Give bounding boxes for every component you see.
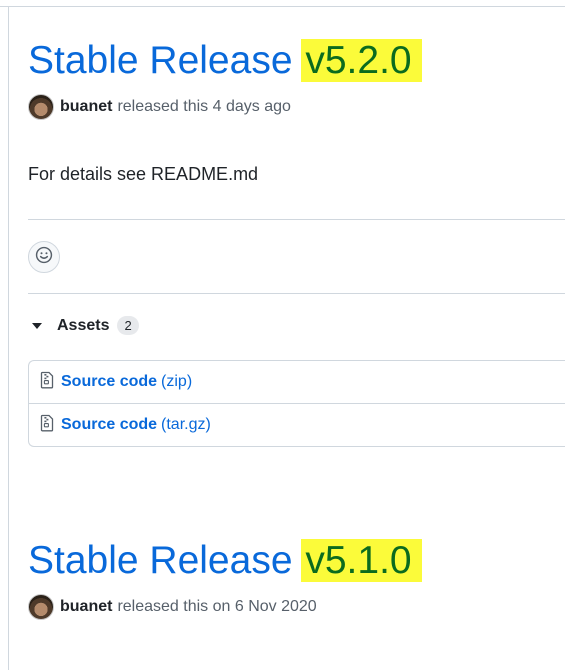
author-link[interactable]: buanet xyxy=(60,598,112,616)
release-title[interactable]: Stable Release v5.1.0 xyxy=(28,538,565,585)
smiley-icon xyxy=(35,246,53,269)
asset-link-targz[interactable]: Source code xyxy=(61,416,157,434)
release-date-text: released this 4 days ago xyxy=(117,97,291,115)
assets-label: Assets xyxy=(57,316,110,334)
release-date-text: released this on 6 Nov 2020 xyxy=(117,597,317,615)
release-meta: buanet released this 4 days ago xyxy=(28,93,565,121)
add-reaction-button[interactable] xyxy=(28,241,60,273)
triangle-down-icon xyxy=(32,322,42,329)
left-timeline-rule xyxy=(8,6,9,670)
file-zip-icon xyxy=(39,371,61,394)
file-zip-icon xyxy=(39,414,61,437)
release-title-text[interactable]: Stable Release xyxy=(28,539,293,582)
release-page: Stable Release v5.2.0 buanet released th… xyxy=(0,0,565,670)
asset-row[interactable]: Source code (zip) xyxy=(29,361,565,403)
release-title[interactable]: Stable Release v5.2.0 xyxy=(28,38,565,85)
release-meta: buanet released this on 6 Nov 2020 xyxy=(28,593,565,621)
asset-ext-targz[interactable]: (tar.gz) xyxy=(161,416,211,434)
divider xyxy=(28,219,565,220)
release-version-highlight[interactable]: v5.2.0 xyxy=(301,39,422,82)
release-card: Stable Release v5.2.0 buanet released th… xyxy=(28,38,565,447)
author-link[interactable]: buanet xyxy=(60,98,112,116)
assets-list: Source code (zip) Source code (tar.gz) xyxy=(28,360,565,447)
release-version-highlight[interactable]: v5.1.0 xyxy=(301,539,422,582)
release-card: Stable Release v5.1.0 buanet released th… xyxy=(28,538,565,621)
avatar[interactable] xyxy=(28,93,54,120)
assets-toggle[interactable]: Assets 2 xyxy=(28,316,139,335)
asset-ext-zip[interactable]: (zip) xyxy=(161,373,192,391)
asset-link-zip[interactable]: Source code xyxy=(61,373,157,391)
top-divider xyxy=(0,6,565,7)
release-title-text[interactable]: Stable Release xyxy=(28,39,293,82)
avatar[interactable] xyxy=(28,593,54,620)
divider xyxy=(28,293,565,294)
assets-count-badge: 2 xyxy=(117,316,139,335)
release-notes: For details see README.md xyxy=(28,164,259,184)
asset-row[interactable]: Source code (tar.gz) xyxy=(29,403,565,446)
